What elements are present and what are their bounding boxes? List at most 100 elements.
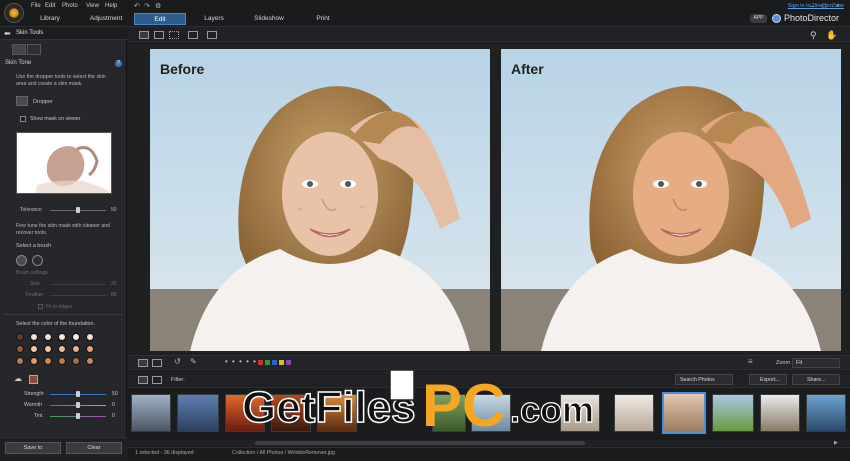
size-label: Size: [30, 281, 40, 287]
tab-print[interactable]: Print: [309, 13, 337, 25]
maximize-icon[interactable]: □: [822, 3, 830, 10]
foundation-swatch[interactable]: [86, 333, 94, 341]
settings-gear-icon[interactable]: ⚙: [155, 3, 163, 10]
single-photo-icon[interactable]: [138, 359, 148, 367]
skin-tools-panel: ⬅ Skin Tools Skin Tone ? Use the dropper…: [0, 27, 127, 461]
select-brush-label: Select a brush: [16, 243, 52, 249]
pen-icon[interactable]: ✎: [190, 357, 197, 366]
foundation-swatch[interactable]: [86, 357, 94, 365]
thumbnail-9[interactable]: [614, 394, 654, 432]
back-arrow-icon[interactable]: ⬅: [4, 29, 11, 38]
compare-view-icon[interactable]: [154, 31, 164, 39]
tolerance-slider-knob[interactable]: [76, 207, 80, 213]
warmth-label: Warmth: [24, 402, 42, 408]
feather-slider-track[interactable]: [50, 295, 106, 296]
skin-tone-tool-tab[interactable]: [12, 44, 26, 55]
tint-slider-knob[interactable]: [76, 413, 80, 419]
strength-slider-knob[interactable]: [76, 391, 80, 397]
menu-help[interactable]: Help: [105, 3, 117, 9]
cleaner-brush-button[interactable]: [16, 255, 27, 266]
close-icon[interactable]: ×: [836, 3, 844, 10]
foundation-swatch[interactable]: [16, 333, 24, 341]
size-value: 20: [111, 281, 117, 287]
fit-to-edges-checkbox[interactable]: [38, 304, 43, 309]
before-photo: Before: [150, 49, 490, 351]
foundation-swatch[interactable]: [16, 345, 24, 353]
search-photos-input[interactable]: Search Photos: [675, 374, 733, 385]
help-icon[interactable]: ?: [115, 60, 122, 67]
thumbnail-selected[interactable]: [662, 392, 706, 434]
tab-edit[interactable]: Edit: [134, 13, 186, 25]
brush-settings-label: Brush settings: [16, 270, 48, 276]
foundation-swatch[interactable]: [86, 345, 94, 353]
foundation-swatch[interactable]: [58, 357, 66, 365]
size-slider-track[interactable]: [50, 284, 106, 285]
app-logo: [4, 3, 24, 23]
menu-file[interactable]: File: [31, 3, 41, 9]
minimize-icon[interactable]: –: [810, 3, 818, 10]
selected-color-box[interactable]: [29, 375, 38, 384]
foundation-color-label: Select the color of the foundation.: [16, 321, 95, 327]
redo-icon[interactable]: ↷: [144, 3, 152, 10]
selection-status: 1 selected - 36 displayed: [135, 450, 194, 456]
foundation-swatch[interactable]: [72, 333, 80, 341]
foundation-swatch[interactable]: [16, 357, 24, 365]
recover-brush-button[interactable]: [32, 255, 43, 266]
foundation-swatch[interactable]: [30, 357, 38, 365]
brand-name: PhotoDirector: [784, 13, 840, 23]
menu-edit[interactable]: Edit: [45, 3, 55, 9]
dropper-label: Dropper: [33, 99, 53, 105]
scroll-right-icon[interactable]: ▶: [834, 440, 838, 446]
tint-value: 0: [112, 413, 115, 419]
app-badge[interactable]: APP: [750, 14, 767, 23]
foundation-swatch[interactable]: [30, 345, 38, 353]
foundation-swatch[interactable]: [30, 333, 38, 341]
display-options-icon[interactable]: [207, 31, 217, 39]
thumbnail-13[interactable]: [806, 394, 846, 432]
compare-photos-icon[interactable]: [152, 359, 162, 367]
list-view-icon[interactable]: [152, 376, 162, 384]
palette-icon[interactable]: ☁: [14, 375, 25, 383]
thumbnail-11[interactable]: [712, 394, 754, 432]
thumbnail-view-icon[interactable]: [138, 376, 148, 384]
tab-library[interactable]: Library: [30, 13, 70, 25]
rotate-view-icon[interactable]: [188, 31, 198, 39]
skin-mask-preview: [16, 132, 112, 194]
menu-photo[interactable]: Photo: [62, 3, 78, 9]
grid-view-icon[interactable]: [169, 31, 179, 39]
show-mask-checkbox[interactable]: [20, 116, 26, 122]
brush-tool-tab[interactable]: [27, 44, 41, 55]
thumbnail-1[interactable]: [131, 394, 171, 432]
fit-to-edges-label: Fit to edges: [46, 304, 73, 310]
zoom-label: Zoom: [776, 360, 791, 366]
tab-slideshow[interactable]: Slideshow: [248, 13, 290, 25]
save-to-button[interactable]: Save to: [5, 442, 61, 454]
foundation-swatch[interactable]: [44, 345, 52, 353]
filmstrip-scroll-thumb[interactable]: [255, 441, 585, 445]
warmth-slider-knob[interactable]: [76, 402, 80, 408]
foundation-swatch[interactable]: [58, 333, 66, 341]
tab-layers[interactable]: Layers: [198, 13, 230, 25]
menu-view[interactable]: View: [86, 3, 99, 9]
zoom-select[interactable]: Fit: [792, 358, 840, 368]
foundation-swatch[interactable]: [58, 345, 66, 353]
tab-adjustment[interactable]: Adjustment: [84, 13, 128, 25]
thumbnail-2[interactable]: [177, 394, 219, 432]
tolerance-label: Tolerance: [20, 207, 42, 213]
zoom-tool-icon[interactable]: ⚲: [810, 30, 817, 41]
foundation-swatch[interactable]: [44, 357, 52, 365]
export-button[interactable]: Export...: [749, 374, 787, 385]
feather-value: 80: [111, 292, 117, 298]
clear-button[interactable]: Clear: [66, 442, 122, 454]
hand-tool-icon[interactable]: ✋: [826, 30, 837, 41]
undo-icon[interactable]: ↶: [134, 3, 142, 10]
foundation-swatch[interactable]: [72, 357, 80, 365]
single-view-icon[interactable]: [139, 31, 149, 39]
rotate-icon[interactable]: ↺: [174, 357, 181, 366]
foundation-swatch[interactable]: [72, 345, 80, 353]
sort-icon[interactable]: ≡: [748, 357, 753, 366]
dropper-button[interactable]: [16, 96, 28, 106]
share-button[interactable]: Share...: [792, 374, 840, 385]
foundation-swatch[interactable]: [44, 333, 52, 341]
thumbnail-12[interactable]: [760, 394, 800, 432]
